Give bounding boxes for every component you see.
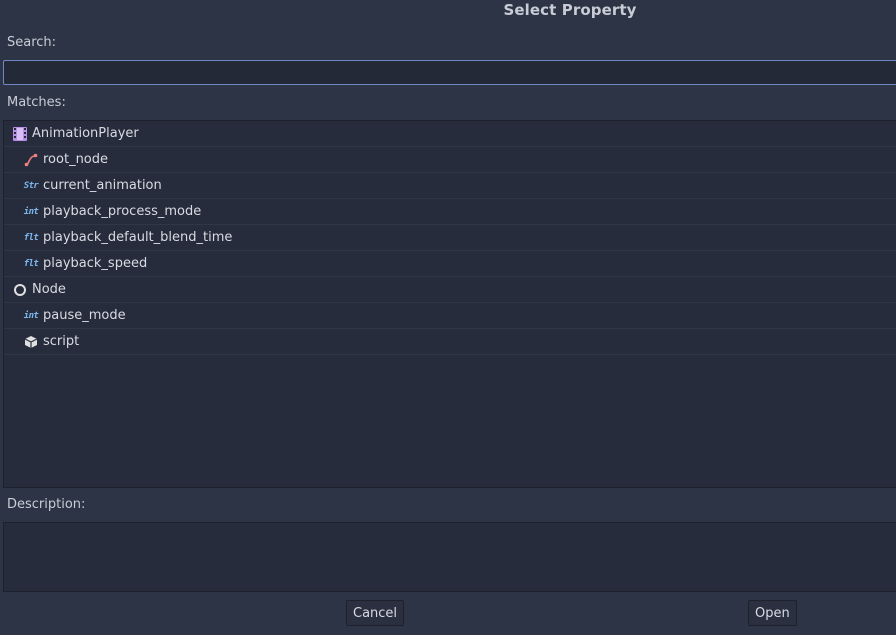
matches-label: Matches:	[7, 95, 66, 110]
description-label: Description:	[7, 497, 86, 512]
int-type-icon: int	[23, 206, 39, 217]
tree-item-playback-process-mode[interactable]: int playback_process_mode	[4, 199, 896, 225]
node-path-icon	[23, 152, 39, 168]
tree-item-root-node[interactable]: root_node	[4, 147, 896, 173]
tree-item-pause-mode[interactable]: int pause_mode	[4, 303, 896, 329]
tree-item-label: Node	[32, 282, 66, 297]
description-panel	[3, 522, 896, 592]
search-label: Search:	[7, 35, 57, 50]
tree-item-animation-player[interactable]: AnimationPlayer	[4, 121, 896, 147]
tree-item-label: playback_speed	[43, 256, 148, 271]
select-property-dialog: Select Property Search: Matches: Animati…	[0, 0, 896, 635]
matches-tree: AnimationPlayer root_node Str current_an…	[3, 120, 896, 488]
int-type-icon: int	[23, 310, 39, 321]
tree-item-node[interactable]: Node	[4, 277, 896, 303]
tree-item-current-animation[interactable]: Str current_animation	[4, 173, 896, 199]
float-type-icon: flt	[23, 258, 39, 269]
cancel-button[interactable]: Cancel	[346, 600, 405, 626]
tree-item-label: current_animation	[43, 178, 162, 193]
tree-item-label: pause_mode	[43, 308, 126, 323]
node-icon	[12, 282, 28, 298]
float-type-icon: flt	[23, 232, 39, 243]
search-input[interactable]	[3, 60, 896, 85]
tree-item-label: playback_default_blend_time	[43, 230, 233, 245]
tree-item-playback-speed[interactable]: flt playback_speed	[4, 251, 896, 277]
tree-item-label: playback_process_mode	[43, 204, 202, 219]
animation-player-icon	[12, 126, 28, 142]
tree-item-playback-default-blend-time[interactable]: flt playback_default_blend_time	[4, 225, 896, 251]
tree-item-label: AnimationPlayer	[32, 126, 139, 141]
script-cube-icon	[23, 334, 39, 350]
open-button[interactable]: Open	[748, 600, 797, 626]
dialog-title: Select Property	[503, 1, 637, 19]
str-type-icon: Str	[23, 180, 39, 191]
tree-item-label: root_node	[43, 152, 109, 167]
tree-item-label: script	[43, 334, 80, 349]
tree-item-script[interactable]: script	[4, 329, 896, 355]
